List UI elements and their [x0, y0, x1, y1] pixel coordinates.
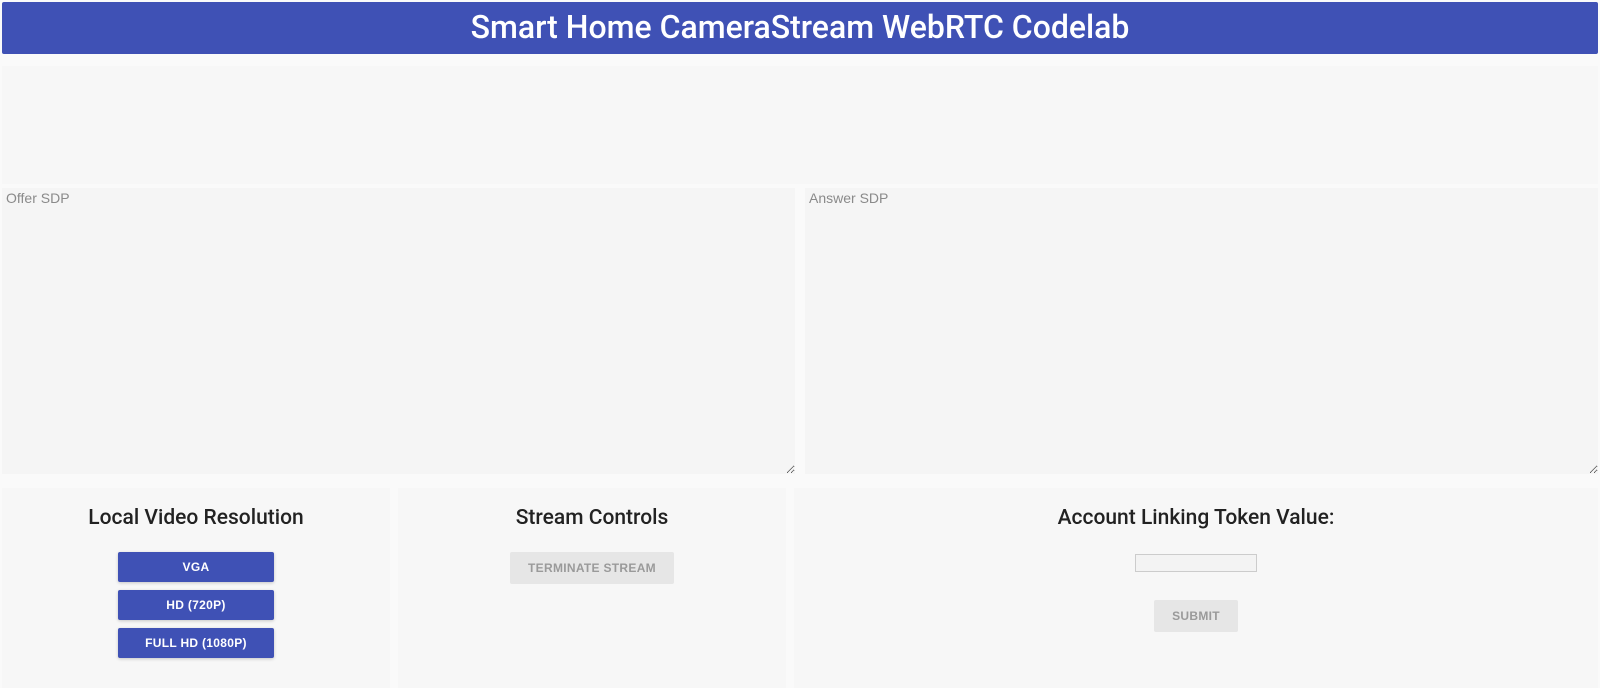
- sdp-row: [2, 188, 1598, 478]
- token-input[interactable]: [1135, 554, 1257, 572]
- terminate-stream-button: TERMINATE STREAM: [510, 552, 674, 584]
- offer-sdp-cell: [2, 188, 795, 478]
- page-title: Smart Home CameraStream WebRTC Codelab: [471, 8, 1130, 46]
- hd-button[interactable]: HD (720P): [118, 590, 274, 620]
- submit-token-button: SUBMIT: [1154, 600, 1238, 632]
- offer-sdp-textarea[interactable]: [2, 188, 795, 474]
- resolution-title: Local Video Resolution: [12, 506, 380, 530]
- resolution-panel: Local Video Resolution VGA HD (720P) FUL…: [2, 488, 390, 688]
- answer-sdp-textarea[interactable]: [805, 188, 1598, 474]
- token-panel: Account Linking Token Value: SUBMIT: [794, 488, 1598, 688]
- video-preview-area: [2, 66, 1598, 184]
- stream-controls-panel: Stream Controls TERMINATE STREAM: [398, 488, 786, 688]
- controls-row: Local Video Resolution VGA HD (720P) FUL…: [2, 488, 1598, 688]
- page-header: Smart Home CameraStream WebRTC Codelab: [2, 2, 1598, 54]
- fullhd-button[interactable]: FULL HD (1080P): [118, 628, 274, 658]
- vga-button[interactable]: VGA: [118, 552, 274, 582]
- answer-sdp-cell: [805, 188, 1598, 478]
- stream-controls-title: Stream Controls: [408, 506, 776, 530]
- token-title: Account Linking Token Value:: [804, 506, 1588, 530]
